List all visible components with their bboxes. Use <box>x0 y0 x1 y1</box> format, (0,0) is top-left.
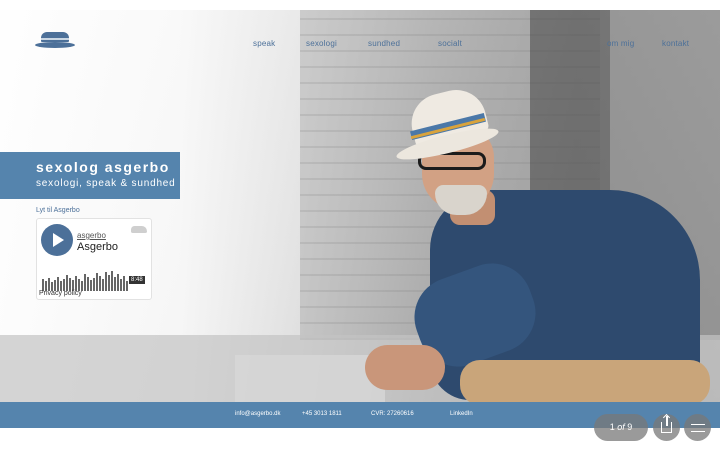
nav-link-sexologi[interactable]: sexologi <box>306 39 337 48</box>
gallery-of: of <box>617 422 625 432</box>
share-button[interactable] <box>653 414 680 441</box>
hat-icon[interactable] <box>35 32 75 50</box>
soundcloud-player[interactable]: asgerbo Asgerbo 8:48 Privacy policy <box>36 218 152 300</box>
menu-icon <box>691 424 705 432</box>
gallery-total: 9 <box>627 422 633 432</box>
gallery-current: 1 <box>609 422 615 432</box>
nav-link-om-mig[interactable]: om mig <box>607 39 634 48</box>
nav-link-socialt[interactable]: socialt <box>438 39 462 48</box>
nav-link-speak[interactable]: speak <box>253 39 275 48</box>
clasped-hands <box>365 345 445 390</box>
footer-cvr: CVR: 27260616 <box>371 411 414 417</box>
soundcloud-icon[interactable] <box>131 226 147 233</box>
hero-title-block: sexolog asgerbo sexologi, speak & sundhe… <box>0 152 180 199</box>
soundcloud-user-link[interactable]: asgerbo <box>77 231 106 240</box>
track-duration: 8:48 <box>129 276 145 284</box>
hero-frame: speak sexologi sundhed socialt om mig ko… <box>0 10 720 428</box>
listen-label: Lyt til Asgerbo <box>36 207 80 214</box>
khaki-pants <box>460 360 710 405</box>
nav-link-kontakt[interactable]: kontakt <box>662 39 689 48</box>
play-icon[interactable] <box>41 224 73 256</box>
person-photo <box>360 80 720 410</box>
footer-phone[interactable]: +45 3013 1811 <box>302 411 342 417</box>
footer-linkedin[interactable]: LinkedIn <box>450 411 473 417</box>
page-title: sexolog asgerbo <box>36 159 170 175</box>
privacy-policy-link[interactable]: Privacy policy <box>39 290 82 297</box>
page-subtitle: sexologi, speak & sundhed <box>36 178 176 189</box>
footer-email[interactable]: info@asgerbo.dk <box>235 411 280 417</box>
gallery-counter: 1 of 9 <box>594 414 648 441</box>
share-icon <box>661 416 672 433</box>
nav-link-sundhed[interactable]: sundhed <box>368 39 400 48</box>
track-title[interactable]: Asgerbo <box>77 241 118 253</box>
menu-button[interactable] <box>684 414 711 441</box>
